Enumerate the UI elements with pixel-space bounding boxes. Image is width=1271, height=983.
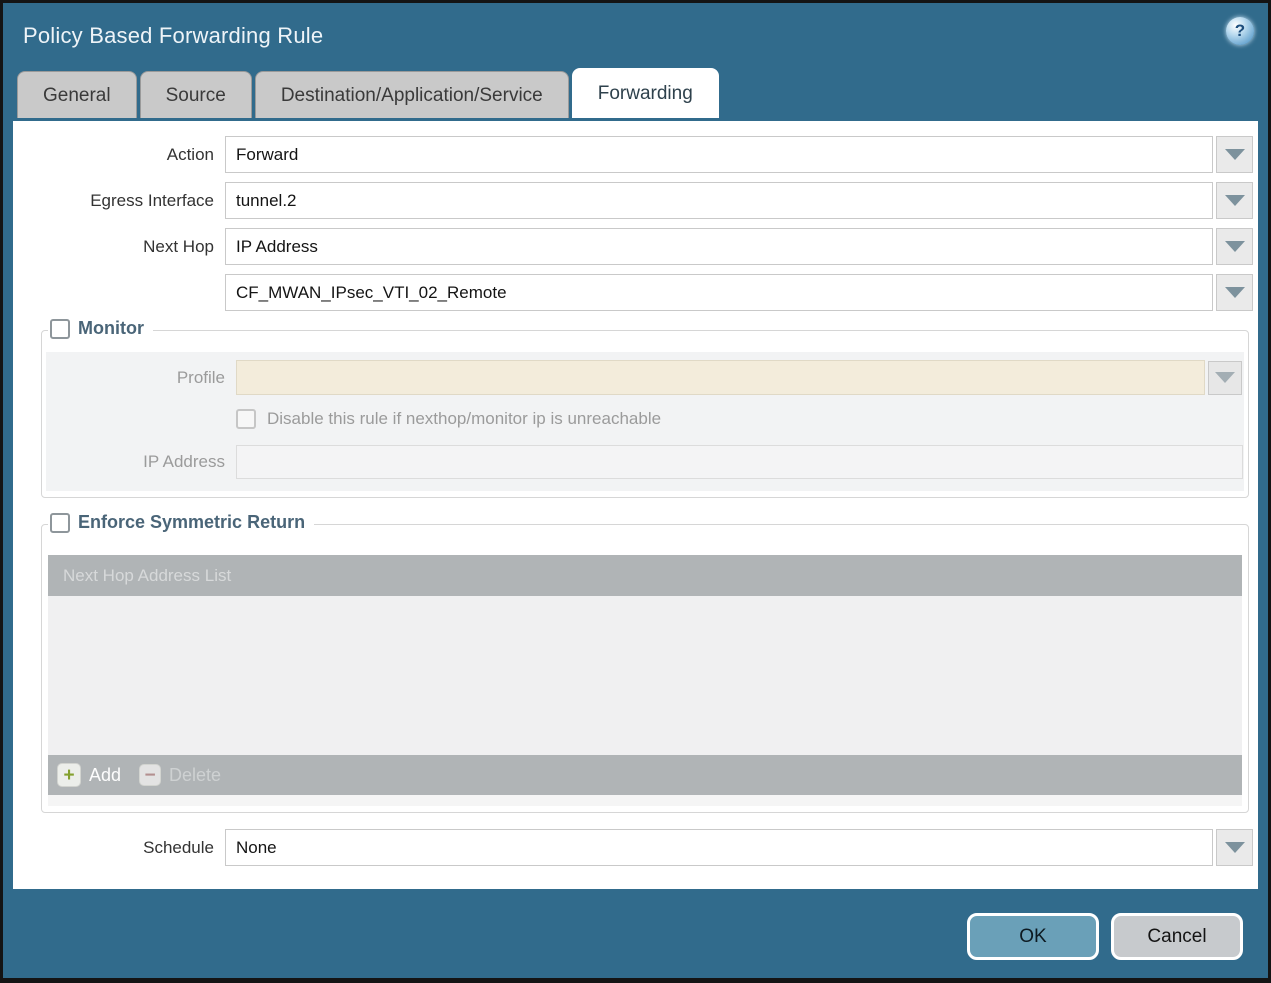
next-hop-address-column-header: Next Hop Address List — [63, 566, 231, 586]
symmetric-return-legend: Enforce Symmetric Return — [48, 512, 314, 533]
chevron-down-icon — [1225, 149, 1245, 160]
action-label: Action — [13, 145, 225, 165]
next-hop-address-table-header: Next Hop Address List — [48, 555, 1242, 596]
policy-based-forwarding-dialog: Policy Based Forwarding Rule ? General S… — [0, 0, 1271, 983]
tab-general[interactable]: General — [17, 71, 137, 118]
profile-select — [236, 360, 1205, 395]
monitor-checkbox[interactable] — [50, 319, 70, 339]
dialog-titlebar: Policy Based Forwarding Rule — [3, 3, 1268, 68]
next-hop-type-select[interactable]: IP Address — [225, 228, 1213, 265]
chevron-down-icon — [1225, 241, 1245, 252]
next-hop-address-table-toolbar: + Add − Delete — [48, 755, 1242, 795]
egress-interface-row: Egress Interface tunnel.2 — [13, 182, 1258, 219]
disable-rule-checkbox — [236, 409, 256, 429]
next-hop-address-select[interactable]: CF_MWAN_IPsec_VTI_02_Remote — [225, 274, 1213, 311]
chevron-down-icon — [1225, 287, 1245, 298]
egress-interface-label: Egress Interface — [13, 191, 225, 211]
monitor-ip-label: IP Address — [46, 452, 236, 472]
help-glyph: ? — [1235, 21, 1245, 41]
monitor-ip-row: IP Address — [46, 445, 1244, 479]
monitor-groupbox: Monitor Profile Disable this rule if nex… — [41, 330, 1249, 498]
monitor-panel: Profile Disable this rule if nexthop/mon… — [46, 352, 1244, 491]
ok-button[interactable]: OK — [967, 913, 1099, 960]
chevron-down-icon — [1225, 842, 1245, 853]
symmetric-return-groupbox: Enforce Symmetric Return Next Hop Addres… — [41, 524, 1249, 813]
schedule-value: None — [236, 838, 277, 858]
delete-minus-icon: − — [139, 764, 161, 786]
tab-forwarding[interactable]: Forwarding — [572, 68, 719, 118]
cancel-button-label: Cancel — [1147, 926, 1206, 948]
action-row: Action Forward — [13, 136, 1258, 173]
symmetric-return-checkbox[interactable] — [50, 513, 70, 533]
action-select[interactable]: Forward — [225, 136, 1213, 173]
monitor-legend-label: Monitor — [78, 318, 144, 339]
forwarding-tab-panel: Action Forward Egress Interface tunnel.2… — [13, 121, 1258, 889]
chevron-down-icon — [1215, 372, 1235, 383]
add-plus-icon: + — [57, 763, 81, 787]
schedule-label: Schedule — [13, 838, 225, 858]
disable-rule-row: Disable this rule if nexthop/monitor ip … — [236, 409, 1244, 429]
tab-bar: General Source Destination/Application/S… — [3, 68, 1268, 118]
ok-button-label: OK — [1019, 926, 1046, 948]
table-bottom-strip — [48, 795, 1242, 806]
egress-interface-value: tunnel.2 — [236, 191, 297, 211]
egress-interface-select[interactable]: tunnel.2 — [225, 182, 1213, 219]
next-hop-label: Next Hop — [13, 237, 225, 257]
next-hop-address-row: CF_MWAN_IPsec_VTI_02_Remote — [13, 274, 1258, 311]
profile-row: Profile — [46, 360, 1244, 395]
next-hop-type-value: IP Address — [236, 237, 318, 257]
monitor-legend: Monitor — [48, 318, 153, 339]
delete-button: − Delete — [139, 764, 221, 786]
dialog-title: Policy Based Forwarding Rule — [23, 23, 323, 49]
next-hop-type-dropdown-button[interactable] — [1216, 228, 1253, 265]
monitor-ip-input — [236, 445, 1243, 479]
chevron-down-icon — [1225, 195, 1245, 206]
delete-button-label: Delete — [169, 765, 221, 786]
add-button-label: Add — [89, 765, 121, 786]
action-dropdown-button[interactable] — [1216, 136, 1253, 173]
egress-interface-dropdown-button[interactable] — [1216, 182, 1253, 219]
cancel-button[interactable]: Cancel — [1111, 913, 1243, 960]
next-hop-address-value: CF_MWAN_IPsec_VTI_02_Remote — [236, 283, 507, 303]
next-hop-address-dropdown-button[interactable] — [1216, 274, 1253, 311]
schedule-row: Schedule None — [13, 829, 1258, 866]
tab-source[interactable]: Source — [140, 71, 252, 118]
next-hop-row: Next Hop IP Address — [13, 228, 1258, 265]
add-button[interactable]: + Add — [57, 763, 121, 787]
tab-destination-application-service[interactable]: Destination/Application/Service — [255, 71, 569, 118]
symmetric-return-legend-label: Enforce Symmetric Return — [78, 512, 305, 533]
help-icon[interactable]: ? — [1226, 17, 1254, 45]
next-hop-address-table: Next Hop Address List + Add − Delete — [48, 555, 1242, 806]
profile-label: Profile — [46, 368, 236, 388]
profile-dropdown-button — [1208, 361, 1242, 395]
next-hop-address-table-body[interactable] — [48, 596, 1242, 755]
action-value: Forward — [236, 145, 298, 165]
schedule-select[interactable]: None — [225, 829, 1213, 866]
disable-rule-label: Disable this rule if nexthop/monitor ip … — [267, 409, 661, 429]
schedule-dropdown-button[interactable] — [1216, 829, 1253, 866]
